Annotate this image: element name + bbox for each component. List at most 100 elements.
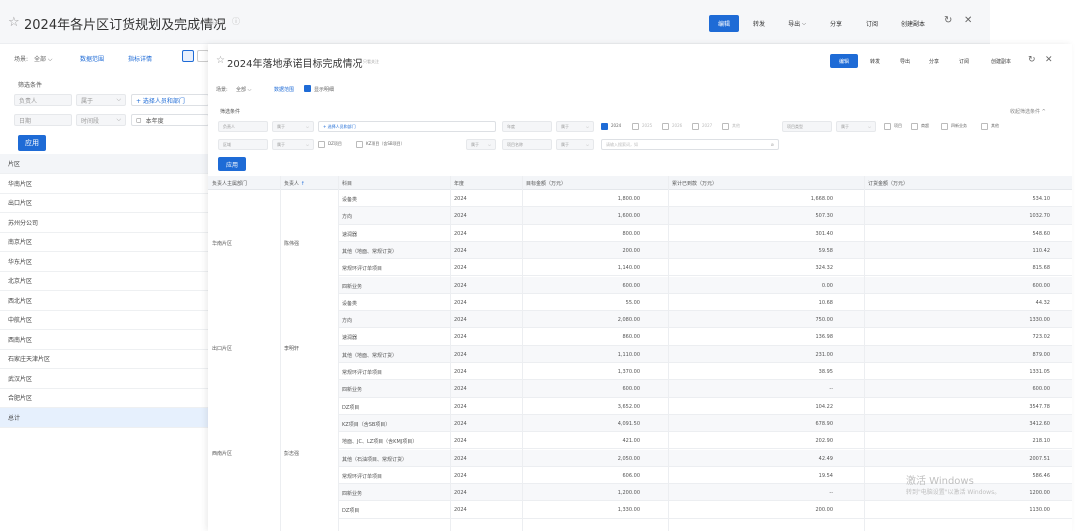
back-export-button[interactable]: 导出 ⌵: [780, 15, 814, 32]
front-year-op[interactable]: 属于 ⌵: [556, 121, 594, 132]
front-region-field[interactable]: 区域: [218, 139, 268, 150]
front-scene-select[interactable]: 全部 ⌵: [236, 86, 251, 93]
back-subtitle[interactable]: 只看关注: [204, 19, 224, 26]
item-cell: 方向: [342, 318, 353, 325]
year-2026-checkbox[interactable]: [662, 123, 669, 130]
front-forward-button[interactable]: 转发: [862, 54, 888, 68]
region-row[interactable]: 总计: [0, 408, 208, 428]
back-forward-button[interactable]: 转发: [745, 15, 773, 32]
table-row[interactable]: [338, 311, 1072, 329]
show-detail-checkbox[interactable]: [304, 85, 311, 92]
table-row[interactable]: [338, 225, 1072, 242]
table-row[interactable]: [338, 345, 1072, 363]
dz-project-checkbox[interactable]: [318, 141, 325, 148]
back-fiscal-field[interactable]: ▢ 本年度: [131, 114, 209, 126]
table-row[interactable]: [338, 398, 1072, 415]
paid-cell: 38.95: [818, 369, 833, 375]
year-2024-checkbox[interactable]: [601, 123, 608, 130]
close-icon[interactable]: ✕: [964, 15, 972, 26]
front-type-op[interactable]: 属于 ⌵: [836, 121, 876, 132]
front-export-button[interactable]: 导出: [892, 54, 918, 68]
refresh-icon[interactable]: ↻: [944, 15, 952, 26]
table-row[interactable]: [338, 501, 1072, 519]
table-row[interactable]: [338, 190, 1072, 208]
table-row[interactable]: [338, 207, 1072, 225]
region-row[interactable]: 苏州分公司: [0, 213, 208, 233]
region-row[interactable]: 出口片区: [0, 194, 208, 213]
region-row[interactable]: 西南片区: [0, 330, 208, 350]
front-subtitle[interactable]: 只看关注: [363, 59, 379, 65]
table-row[interactable]: [338, 432, 1072, 450]
front-star-icon[interactable]: ☆: [216, 55, 225, 66]
region-row[interactable]: 南京片区: [0, 233, 208, 252]
sort-icon[interactable]: ↑: [301, 181, 305, 187]
paid-cell: 750.00: [815, 317, 834, 324]
front-dept-input[interactable]: + 选择人员和部门: [318, 121, 496, 132]
front-share-button[interactable]: 分享: [921, 54, 947, 68]
front-subscribe-button[interactable]: 订阅: [951, 54, 977, 68]
type-new-checkbox[interactable]: [941, 123, 948, 130]
year-2027-checkbox[interactable]: [692, 123, 699, 130]
region-row[interactable]: 武汉片区: [0, 369, 208, 389]
back-apply-button[interactable]: 应用: [18, 135, 46, 151]
front-region-op[interactable]: 属于 ⌵: [272, 139, 314, 150]
front-search-input[interactable]: 请输入搜索词，如 ⊘: [601, 139, 779, 150]
header-item: 科目: [342, 181, 353, 187]
header-person[interactable]: 负责人 ↑: [284, 180, 305, 187]
back-scene-select[interactable]: 全部 ⌵: [34, 54, 52, 64]
back-dept-input[interactable]: + 选择人员和部门: [131, 94, 209, 106]
year-other-checkbox[interactable]: [722, 123, 729, 130]
collapse-filter-link[interactable]: 收起筛选条件 ^: [1010, 108, 1046, 115]
region-row[interactable]: 北京片区: [0, 272, 208, 291]
region-row[interactable]: 西北片区: [0, 291, 208, 311]
front-edit-button[interactable]: 编辑: [830, 54, 858, 68]
table-row[interactable]: [338, 328, 1072, 346]
kz-project-checkbox[interactable]: [356, 141, 363, 148]
calendar-icon: ▢: [136, 116, 142, 124]
front-project-name-op[interactable]: 属于 ⌵: [556, 139, 594, 150]
region-row[interactable]: 华南片区: [0, 174, 208, 194]
table-row[interactable]: [338, 380, 1072, 398]
type-project-checkbox[interactable]: [884, 123, 891, 130]
year-2025-checkbox[interactable]: [632, 123, 639, 130]
back-person-op[interactable]: 属于 ⌵: [76, 94, 126, 106]
star-icon[interactable]: ☆: [8, 15, 20, 30]
region-row[interactable]: 合肥片区: [0, 389, 208, 408]
grid-view-icon[interactable]: [182, 50, 194, 62]
region-row[interactable]: 华东片区: [0, 252, 208, 272]
back-date-field[interactable]: 日期: [14, 114, 72, 126]
back-edit-button[interactable]: 编辑: [709, 15, 739, 32]
back-indicator-link[interactable]: 指标详情: [128, 54, 152, 63]
front-apply-button[interactable]: 应用: [218, 157, 246, 171]
table-row[interactable]: [338, 276, 1072, 294]
table-row[interactable]: [338, 414, 1072, 433]
region-row[interactable]: 中航片区: [0, 311, 208, 330]
item-cell: 方向: [342, 214, 353, 221]
region-row[interactable]: 石家庄天津片区: [0, 350, 208, 369]
front-project-name-field[interactable]: 项目名称: [502, 139, 552, 150]
front-person-field[interactable]: 负责人: [218, 121, 268, 132]
table-row[interactable]: [338, 294, 1072, 312]
back-date-op[interactable]: 时间段 ⌵: [76, 114, 126, 126]
table-row[interactable]: [338, 363, 1072, 381]
front-person-op[interactable]: 属于 ⌵: [272, 121, 314, 132]
back-copy-button[interactable]: 创建副本: [893, 15, 933, 32]
type-other-checkbox[interactable]: [981, 123, 988, 130]
table-row[interactable]: [338, 241, 1072, 260]
table-row[interactable]: [338, 449, 1072, 467]
front-refresh-icon[interactable]: ↻: [1028, 55, 1036, 65]
table-row[interactable]: [338, 259, 1072, 277]
back-person-field[interactable]: 负责人: [14, 94, 72, 106]
front-copy-button[interactable]: 创建副本: [982, 54, 1020, 68]
front-close-icon[interactable]: ✕: [1045, 55, 1053, 65]
back-subscribe-button[interactable]: 订阅: [858, 15, 886, 32]
type-mall-checkbox[interactable]: [911, 123, 918, 130]
clear-icon[interactable]: ⊘: [771, 142, 774, 147]
front-row2-op[interactable]: 属于 ⌵: [466, 139, 496, 150]
front-year-field[interactable]: 年度: [502, 121, 552, 132]
front-data-range-link[interactable]: 数据范围: [274, 86, 294, 93]
back-data-range-link[interactable]: 数据范围: [80, 54, 104, 63]
front-type-field[interactable]: 项目类型: [782, 121, 832, 132]
back-share-button[interactable]: 分享: [822, 15, 850, 32]
back-filter-title: 筛选条件: [18, 82, 43, 89]
